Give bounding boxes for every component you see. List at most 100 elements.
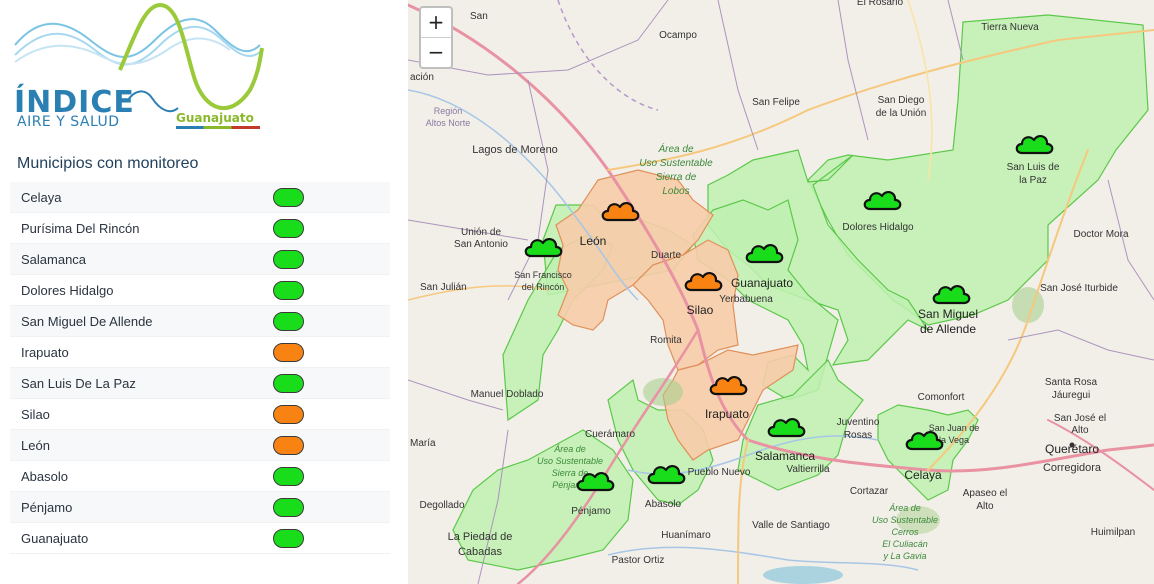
municipality-row[interactable]: Guanajuato	[10, 523, 390, 554]
municipality-name: San Luis De La Paz	[21, 375, 136, 391]
map-label-pastor: Pastor Ortiz	[612, 555, 665, 566]
zoom-control: + −	[419, 6, 453, 69]
area-label: Uso Sustentable	[639, 158, 713, 169]
map-label-huimilpan: Huimilpan	[1091, 527, 1135, 538]
map-label-yerbabuena: Yerbabuena	[719, 294, 773, 305]
municipality-name: Salamanca	[21, 251, 87, 267]
map-label-la-piedad2: Cabadas	[458, 546, 503, 558]
map-view[interactable]: León Guanajuato Silao Irapuato Salamanca…	[408, 0, 1154, 584]
area-label: Área de	[553, 444, 586, 454]
municipality-name: Irapuato	[21, 344, 69, 360]
municipality-row[interactable]: León	[10, 430, 390, 461]
air-quality-indicator	[273, 280, 304, 300]
map-label-la-paz: la Paz	[1019, 175, 1047, 186]
map-label-doctor-mora: Doctor Mora	[1073, 229, 1128, 240]
area-label: Lobos	[662, 186, 689, 197]
map-label-salamanca: Salamanca	[755, 449, 815, 463]
municipality-row[interactable]: Celaya	[10, 182, 390, 213]
map-label-tierra-nueva: Tierra Nueva	[981, 22, 1039, 33]
map-label-romita: Romita	[650, 335, 682, 346]
map-label-el-rosario: El Rosario	[857, 0, 904, 8]
municipality-name: San Miguel De Allende	[21, 313, 153, 329]
municipality-name: Purísima Del Rincón	[21, 220, 140, 236]
area-label: Cerros	[891, 527, 919, 537]
map-label-irapuato: Irapuato	[705, 407, 749, 421]
municipality-row[interactable]: Pénjamo	[10, 492, 390, 523]
area-label: Sierra de	[552, 468, 589, 478]
area-label: Área de	[657, 142, 693, 155]
zoom-out-button[interactable]: −	[421, 37, 451, 67]
municipality-name: Guanajuato	[21, 530, 89, 546]
area-label: Uso Sustentable	[872, 515, 938, 525]
map-label-lagos: Lagos de Moreno	[472, 144, 558, 156]
air-quality-indicator	[273, 404, 304, 424]
map-label-penjamo: Pénjamo	[571, 506, 611, 517]
map-label-maria: María	[410, 438, 436, 449]
air-quality-indicator	[273, 497, 304, 517]
area-label: Sierra de	[656, 172, 697, 183]
map-label-cortazar: Cortazar	[850, 486, 889, 497]
municipality-name: Dolores Hidalgo	[21, 282, 114, 298]
municipalities-title: Municipios con monitoreo	[17, 155, 199, 172]
map-label-sjv1: San Juan de	[929, 423, 980, 433]
map-label-san-luis: San Luis de	[1007, 162, 1060, 173]
municipality-row[interactable]: Dolores Hidalgo	[10, 275, 390, 306]
map-label-santa-rosa2: Jáuregui	[1052, 390, 1090, 401]
city-dot-icon	[1069, 442, 1075, 448]
municipality-row[interactable]: Abasolo	[10, 461, 390, 492]
map-label-manuel-doblado: Manuel Doblado	[471, 389, 544, 400]
map-label-san-s: San	[470, 11, 488, 22]
map-label-la-piedad1: La Piedad de	[448, 531, 513, 543]
map-canvas[interactable]: León Guanajuato Silao Irapuato Salamanca…	[408, 0, 1154, 584]
municipality-list: Celaya Purísima Del Rincón Salamanca Dol…	[10, 182, 390, 554]
map-label-san-felipe: San Felipe	[752, 97, 800, 108]
area-label: y La Gavia	[882, 551, 926, 561]
map-label-comonfort: Comonfort	[918, 392, 965, 403]
municipality-name: León	[21, 437, 50, 453]
map-label-silao: Silao	[687, 303, 714, 317]
map-label-pueblo-nuevo: Pueblo Nuevo	[688, 467, 751, 478]
map-label-apaseo1: Apaseo el	[963, 488, 1007, 499]
map-label-sjv2: la Vega	[939, 435, 969, 445]
map-label-san-julian: San Julián	[420, 282, 467, 293]
air-quality-indicator	[273, 466, 304, 486]
municipality-name: Celaya	[21, 189, 62, 205]
map-label-juventino: Juventino	[837, 417, 880, 428]
area-label: Área de	[888, 503, 921, 513]
municipality-row[interactable]: Silao	[10, 399, 390, 430]
map-label-sfr1: San Francisco	[514, 270, 572, 280]
air-quality-indicator	[273, 435, 304, 455]
map-label-cueramaro: Cuerámaro	[585, 429, 635, 440]
brand-region: Guanajuato	[176, 111, 254, 125]
municipality-row[interactable]: Salamanca	[10, 244, 390, 275]
zoom-in-button[interactable]: +	[421, 8, 451, 37]
municipality-row[interactable]: San Miguel De Allende	[10, 306, 390, 337]
air-quality-indicator	[273, 373, 304, 393]
municipality-row[interactable]: San Luis De La Paz	[10, 368, 390, 399]
map-label-corregidora: Corregidora	[1043, 462, 1102, 474]
air-quality-indicator	[273, 311, 304, 331]
brand-subtitle: AIRE Y SALUD	[17, 114, 120, 130]
map-label-san-antonio: San Antonio	[454, 239, 508, 250]
map-label-rosas: Rosas	[844, 430, 872, 441]
map-label-abasolo: Abasolo	[645, 499, 682, 510]
map-label-valle: Valle de Santiago	[752, 520, 830, 531]
map-label-sjb2: Alto	[1071, 425, 1089, 436]
brand-stripe	[176, 126, 260, 129]
map-label-guanajuato: Guanajuato	[731, 276, 793, 290]
map-label-leon: León	[580, 234, 607, 248]
map-label-union: Unión de	[461, 227, 501, 238]
map-label-acion: ación	[410, 72, 434, 83]
map-label-celaya: Celaya	[904, 468, 942, 482]
air-quality-indicator	[273, 218, 304, 238]
map-label-dolores: Dolores Hidalgo	[842, 222, 914, 233]
map-label-de-la-union: de la Unión	[876, 108, 927, 119]
sidebar-panel: ÍNDICE AIRE Y SALUD Guanajuato Municipio…	[0, 0, 408, 584]
municipality-row[interactable]: Purísima Del Rincón	[10, 213, 390, 244]
municipality-row[interactable]: Irapuato	[10, 337, 390, 368]
map-label-valtierrilla: Valtierrilla	[786, 464, 830, 475]
map-label-san-diego: San Diego	[878, 95, 925, 106]
municipality-name: Abasolo	[21, 468, 68, 484]
map-label-ocampo: Ocampo	[659, 30, 697, 41]
map-label-apaseo2: Alto	[976, 501, 994, 512]
